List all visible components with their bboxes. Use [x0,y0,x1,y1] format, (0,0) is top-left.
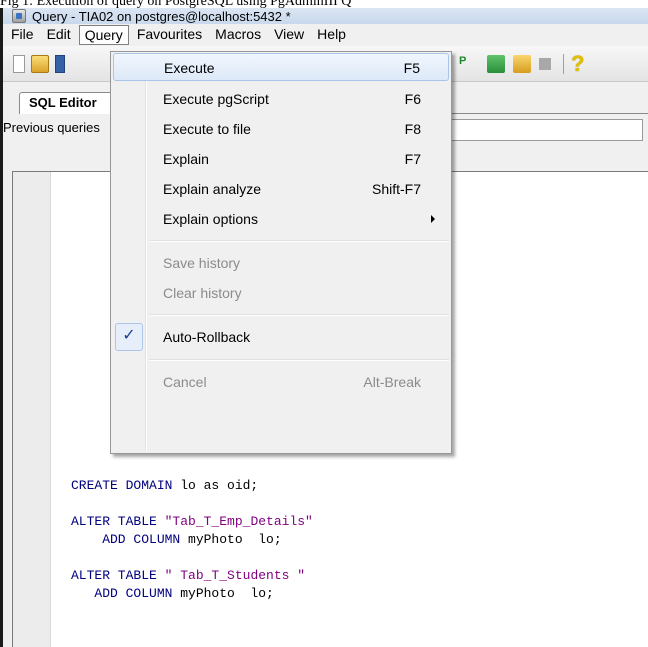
menu-help[interactable]: Help [312,25,351,45]
menu-item-label: Execute pgScript [163,91,269,107]
checkmark-icon: ✓ [115,323,143,351]
menu-item-shortcut: F7 [404,151,421,167]
menu-item-shortcut: Alt-Break [363,374,421,390]
save-icon[interactable] [55,55,65,73]
menu-item-clear-history: Clear history [113,279,449,307]
menu-favourites[interactable]: Favourites [132,25,207,45]
window-title: Query - TIA02 on postgres@localhost:5432… [32,8,291,24]
menu-item-shortcut: F8 [404,121,421,137]
menu-edit[interactable]: Edit [42,25,76,45]
menu-item-explain[interactable]: Explain F7 [113,145,449,173]
menu-item-cancel: Cancel Alt-Break [113,368,449,396]
code-line-add-column-1: ADD COLUMN myPhoto lo; [71,532,282,547]
menu-item-shortcut: F5 [403,60,420,76]
menu-query[interactable]: Query [78,25,129,45]
menu-item-label: Execute [164,60,215,76]
menu-item-execute-pgscript[interactable]: Execute pgScript F6 [113,85,449,113]
previous-queries-label: Previous queries [3,120,100,135]
code-line-alter-emp: ALTER TABLE "Tab_T_Emp_Details" [71,514,313,529]
menu-file[interactable]: File [6,25,39,45]
menu-item-execute-to-file[interactable]: Execute to file F8 [113,115,449,143]
query-window: Query - TIA02 on postgres@localhost:5432… [0,8,648,647]
new-file-icon[interactable] [13,55,25,73]
help-icon[interactable]: ? [571,53,591,75]
menu-item-label: Cancel [163,374,207,390]
menu-item-shortcut: Shift-F7 [371,181,421,197]
menu-item-label: Explain options [163,211,258,227]
open-folder-icon[interactable] [31,55,49,73]
menu-item-label: Auto-Rollback [163,329,251,345]
menu-item-label: Explain analyze [163,181,262,197]
code-line-alter-students: ALTER TABLE " Tab_T_Students " [71,568,306,583]
menu-item-label: Execute to file [163,121,251,137]
title-bar[interactable]: Query - TIA02 on postgres@localhost:5432… [3,8,648,24]
code-line-add-column-2: ADD COLUMN myPhoto lo; [71,586,274,601]
menu-macros[interactable]: Macros [210,25,266,45]
menu-bar: File Edit Query Favourites Macros View H… [3,24,648,46]
pgadmin-app-icon [12,9,26,23]
stop-icon[interactable] [539,58,551,70]
menu-separator [149,359,449,361]
menu-item-save-history: Save history [113,249,449,277]
code-line-create-domain: CREATE DOMAIN lo as oid; [71,478,259,493]
explain-icon[interactable] [513,55,531,73]
menu-separator [149,240,449,242]
menu-separator [149,314,449,316]
menu-item-auto-rollback[interactable]: ✓ Auto-Rollback [113,323,449,351]
figure-caption: Fig 1: Execution of query on PostgreSQL … [0,0,352,8]
menu-view[interactable]: View [269,25,309,45]
toolbar-separator [563,54,564,74]
menu-item-execute[interactable]: Execute F5 [113,53,449,81]
editor-gutter [13,172,51,647]
tab-sql-editor[interactable]: SQL Editor [19,92,119,114]
menu-item-shortcut: F6 [404,91,421,107]
query-menu-dropdown: Execute F5 Execute pgScript F6 Execute t… [110,51,452,454]
menu-item-label: Explain [163,151,209,167]
menu-item-label: Clear history [163,285,242,301]
menu-item-explain-options[interactable]: Explain options [113,205,449,233]
menu-item-label: Save history [163,255,241,271]
submenu-arrow-icon [431,215,435,223]
pgscript-icon[interactable]: P [459,55,477,73]
execute-to-file-icon[interactable] [487,55,505,73]
menu-item-explain-analyze[interactable]: Explain analyze Shift-F7 [113,175,449,203]
